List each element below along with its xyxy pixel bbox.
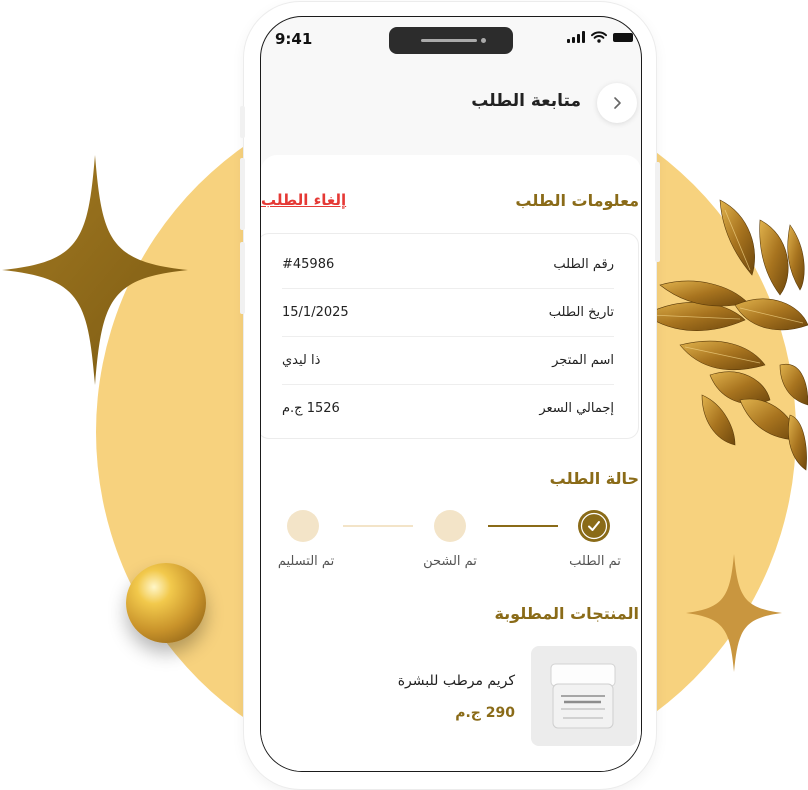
order-number-value: #45986 [282,256,335,272]
phone-side-button-volume-down [240,242,245,314]
order-status-stepper: تم الطلب تم الشحن تم التسليم [261,510,641,590]
dynamic-island [389,27,513,54]
status-time: 9:41 [275,30,313,48]
page-title: متابعة الطلب [471,91,581,111]
check-icon [580,512,608,540]
total-price-value: 1526 ج.م [282,400,340,416]
total-price-label: إجمالي السعر [539,400,614,416]
store-name-value: ذا ليدي [282,352,321,368]
phone-side-button-mute [240,106,245,138]
wifi-icon [591,31,607,43]
back-button[interactable] [597,83,637,123]
order-info-title: معلومات الطلب [515,191,639,210]
product-image [531,646,637,746]
notch-speaker [421,39,477,42]
gold-sphere-icon [126,563,206,643]
chevron-right-icon [614,97,621,109]
cancel-order-link[interactable]: إلغاء الطلب [261,191,346,209]
phone-screen: 9:41 متابعة الطلب معلومات الطلب إلغاء ال… [260,16,642,772]
products-title: المنتجات المطلوبة [494,604,639,623]
signal-icon [567,31,585,43]
step-delivered-circle [287,510,319,542]
product-name: كريم مرطب للبشرة [397,673,515,689]
battery-icon [613,33,633,42]
phone-side-button-power [655,162,660,262]
step-connector-done [488,525,558,527]
gold-leaves-icon [644,199,808,471]
notch-camera [481,38,486,43]
sparkle-star-icon [2,155,188,385]
product-card[interactable]: كريم مرطب للبشرة 290 ج.م [261,646,639,746]
sparkle-star-small-icon [686,554,782,672]
cream-jar-icon [550,663,616,729]
order-tracking-sheet: معلومات الطلب إلغاء الطلب #45986 رقم الط… [261,155,641,771]
info-row-total-price: 1526 ج.م إجمالي السعر [282,384,614,432]
order-info-card: #45986 رقم الطلب 15/1/2025 تاريخ الطلب ذ… [261,233,639,439]
step-delivered-label: تم التسليم [277,554,335,569]
step-ordered-circle [578,510,610,542]
info-row-store-name: ذا ليدي اسم المتجر [282,336,614,385]
order-date-label: تاريخ الطلب [548,304,614,320]
step-shipped-label: تم الشحن [423,554,477,569]
info-row-order-date: 15/1/2025 تاريخ الطلب [282,288,614,337]
store-name-label: اسم المتجر [552,352,614,368]
product-price: 290 ج.م [455,705,515,721]
order-date-value: 15/1/2025 [282,304,349,320]
step-ordered-label: تم الطلب [569,554,621,569]
status-icons [567,31,633,43]
phone-side-button-volume-up [240,158,245,230]
order-number-label: رقم الطلب [553,256,614,272]
step-shipped-circle [434,510,466,542]
info-row-order-number: #45986 رقم الطلب [282,240,614,289]
order-status-title: حالة الطلب [549,469,639,488]
step-connector-pending [343,525,413,527]
